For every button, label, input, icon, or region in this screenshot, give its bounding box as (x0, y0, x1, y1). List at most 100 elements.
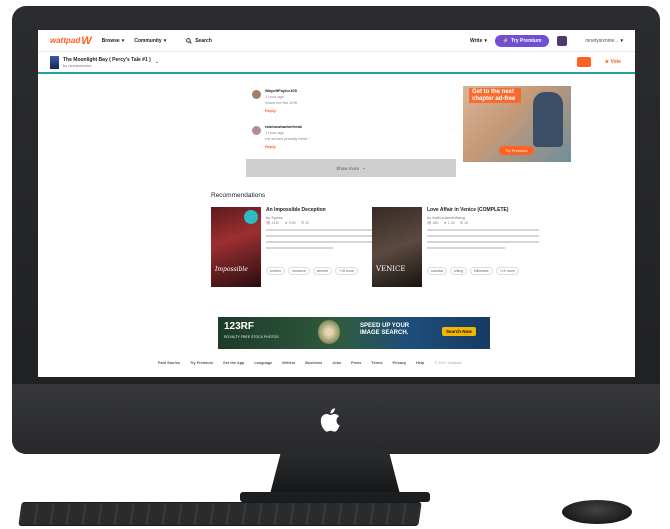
top-navigation: wattpad W Browse ▾ Community ▾ Search Wr… (38, 30, 635, 52)
votes-count: ★ 1.2K (443, 221, 455, 225)
more-options-icon[interactable]: ... (449, 89, 452, 94)
vote-button[interactable]: ★ Vote (605, 59, 621, 65)
recommendation-description (266, 229, 378, 261)
wattpad-logo[interactable]: wattpad W (50, 35, 92, 47)
comment-author[interactable]: rainbowbarbiefreak (265, 124, 302, 129)
tag[interactable]: romance (288, 267, 310, 275)
footer-link[interactable]: Privacy (393, 361, 407, 365)
recommendation-card[interactable]: Impossible An Impossible Deception by Sy… (211, 207, 381, 292)
avatar[interactable] (252, 126, 261, 135)
footer-link[interactable]: Press (351, 361, 361, 365)
recommendation-author[interactable]: by Syrtes (266, 215, 283, 220)
comment-item: rainbowbarbiefreak 1 hour ago He serves … (252, 124, 452, 152)
avatar[interactable] (557, 35, 568, 46)
nav-browse[interactable]: Browse ▾ (102, 38, 125, 44)
ad-premium-button[interactable]: Try Premium (499, 146, 534, 155)
tag[interactable]: +15 more (335, 267, 358, 275)
show-more-button[interactable]: Show more ⌄ (246, 159, 456, 177)
reply-button[interactable]: Reply (265, 144, 276, 149)
search-label: Search (195, 37, 212, 44)
footer-link[interactable]: Writers (282, 361, 295, 365)
footer-link[interactable]: Try Premium (190, 361, 213, 365)
reply-button[interactable]: Reply (265, 108, 276, 113)
nav-browse-label: Browse (101, 37, 120, 44)
chevron-down-icon: ▾ (163, 37, 167, 44)
comment-author[interactable]: WayoftFaylor105 (265, 88, 297, 93)
chevron-down-icon[interactable]: ⌄ (155, 59, 159, 65)
story-bar: The Moonlight Bay ( Percy's Tale #1 ) by… (38, 52, 635, 74)
recommendations-heading: Recommendations (211, 192, 266, 199)
keyboard (18, 502, 422, 526)
recommendation-author[interactable]: by AuthorJamieWang (427, 215, 465, 220)
search-icon (186, 37, 192, 44)
book-cover[interactable]: Impossible (211, 207, 261, 287)
more-options-icon[interactable]: ... (449, 125, 452, 130)
nav-community[interactable]: Community ▾ (134, 38, 166, 44)
story-author: by ninetysixnine (63, 62, 92, 68)
banner-headline: SPEED UP YOUR IMAGE SEARCH. (360, 323, 410, 337)
recommendation-tags: brother romance secrets +15 more (266, 267, 358, 275)
mouse (562, 500, 632, 524)
apple-logo-icon (320, 408, 340, 432)
copyright: © 2021 Wattpad (434, 361, 462, 365)
chevron-down-icon: ▾ (121, 37, 125, 44)
book-cover[interactable]: VENICE (372, 207, 422, 287)
write-menu[interactable]: Write ▾ (470, 38, 487, 44)
nav-community-label: Community (134, 37, 162, 44)
footer-link[interactable]: Help (416, 361, 424, 365)
logo-mark: W (81, 34, 92, 47)
premium-icon: ⚡ (502, 37, 510, 44)
banner-search-button[interactable]: Search Now (442, 327, 476, 336)
comment-text: He serves proudly fresh~ (265, 136, 310, 141)
recommendation-description (427, 229, 539, 261)
recommendation-card[interactable]: VENICE Love Affair in Venice (COMPLETE) … (372, 207, 542, 292)
parts-count: ☰ 15 (459, 221, 469, 225)
reads-count: 👁 143K (266, 221, 280, 225)
story-cover-thumbnail[interactable] (50, 55, 59, 69)
imac-stand-base (240, 492, 430, 502)
user-menu[interactable]: ninetysixnine... ▾ (585, 38, 623, 44)
parts-count: ☰ 22 (300, 221, 309, 225)
tag[interactable]: brother (266, 267, 286, 275)
tag[interactable]: scandal (427, 267, 448, 275)
tag[interactable]: +10 more (495, 267, 519, 275)
footer-link[interactable]: Paid Stories (158, 361, 180, 365)
footer-link[interactable]: Jobs (332, 361, 341, 365)
cover-title: Impossible (215, 266, 248, 273)
tag[interactable]: secrets (312, 267, 332, 275)
vote-label: Vote (610, 59, 621, 65)
recommendation-stats: 👁 143K ★ 5.5K ☰ 22 (266, 221, 309, 225)
comment-time: 1 hour ago (265, 130, 285, 135)
avatar[interactable] (252, 90, 261, 99)
chevron-down-icon: ▾ (484, 37, 487, 44)
banner-ad[interactable]: 123RF ROYALTY FREE STOCK PHOTOS SPEED UP… (218, 317, 490, 349)
premium-ad[interactable]: Get to the next chapter ad-free Try Prem… (463, 86, 571, 162)
add-to-list-button[interactable] (576, 57, 591, 67)
comment-item: WayoftFaylor105 1 hour ago Show me the D… (252, 88, 452, 116)
recommendation-title[interactable]: Love Affair in Venice (COMPLETE) (427, 207, 509, 213)
logo-text: wattpad (50, 36, 81, 45)
banner-photo (318, 320, 340, 344)
chevron-down-icon: ▾ (620, 37, 623, 44)
try-premium-button[interactable]: ⚡ Try Premium (494, 34, 550, 47)
recommendation-tags: scandal billing billionaire +10 more (427, 267, 519, 275)
premium-label: Try Premium (511, 37, 542, 44)
tag[interactable]: billionaire (470, 267, 493, 275)
footer-link[interactable]: Get the App (223, 361, 244, 365)
banner-subtitle: ROYALTY FREE STOCK PHOTOS (224, 335, 279, 339)
banner-logo: 123RF (224, 321, 255, 332)
search-button[interactable]: Search (186, 38, 212, 44)
footer-link[interactable]: Terms (371, 361, 382, 365)
tag[interactable]: billing (450, 267, 468, 275)
stage: wattpad W Browse ▾ Community ▾ Search Wr… (0, 0, 670, 529)
recommendation-stats: 👁 18K ★ 1.2K ☰ 15 (427, 221, 468, 225)
show-more-label: Show more (336, 165, 359, 171)
footer-link[interactable]: Language (254, 361, 272, 365)
right-navigation: Write ▾ ⚡ Try Premium ninetysixnine... ▾ (460, 34, 623, 47)
screen: wattpad W Browse ▾ Community ▾ Search Wr… (38, 30, 635, 377)
recommendation-title[interactable]: An Impossible Deception (266, 207, 326, 213)
footer-link[interactable]: Business (305, 361, 322, 365)
reads-count: 👁 18K (427, 221, 439, 225)
ad-photo-person (533, 92, 563, 147)
story-info[interactable]: The Moonlight Bay ( Percy's Tale #1 ) by… (59, 57, 151, 68)
